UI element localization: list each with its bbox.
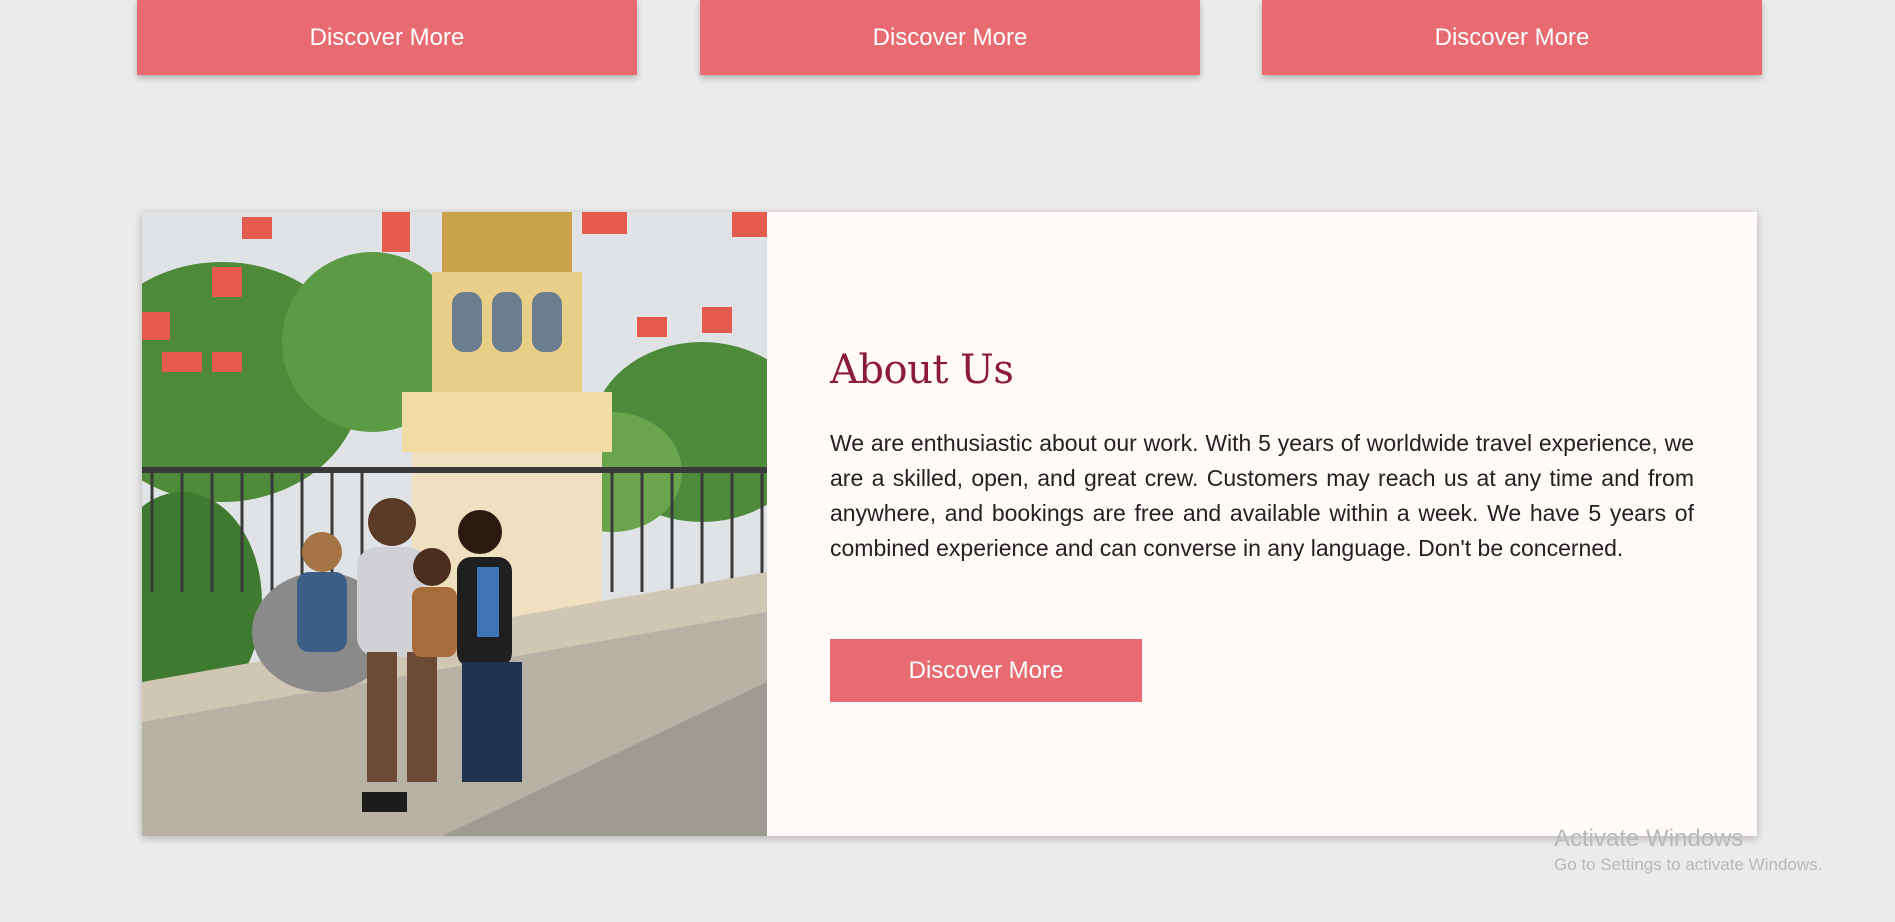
watermark-title: Activate Windows <box>1554 825 1744 852</box>
about-discover-more-button[interactable]: Discover More <box>830 639 1142 702</box>
about-title: About Us <box>830 347 1014 393</box>
about-section: About Us We are enthusiastic about our w… <box>142 212 1757 836</box>
about-description: We are enthusiastic about our work. With… <box>830 430 1694 561</box>
about-content: About Us We are enthusiastic about our w… <box>767 212 1757 836</box>
discover-more-button-1[interactable]: Discover More <box>137 0 637 75</box>
discover-more-button-2[interactable]: Discover More <box>700 0 1200 75</box>
windows-activation-watermark: Activate Windows Go to Settings to activ… <box>1554 825 1822 877</box>
watermark-subtitle: Go to Settings to activate Windows. <box>1554 855 1823 874</box>
family-amusement-park-photo <box>142 212 767 836</box>
discover-more-button-3[interactable]: Discover More <box>1262 0 1762 75</box>
page: Discover More Discover More Discover Mor… <box>0 0 1895 922</box>
